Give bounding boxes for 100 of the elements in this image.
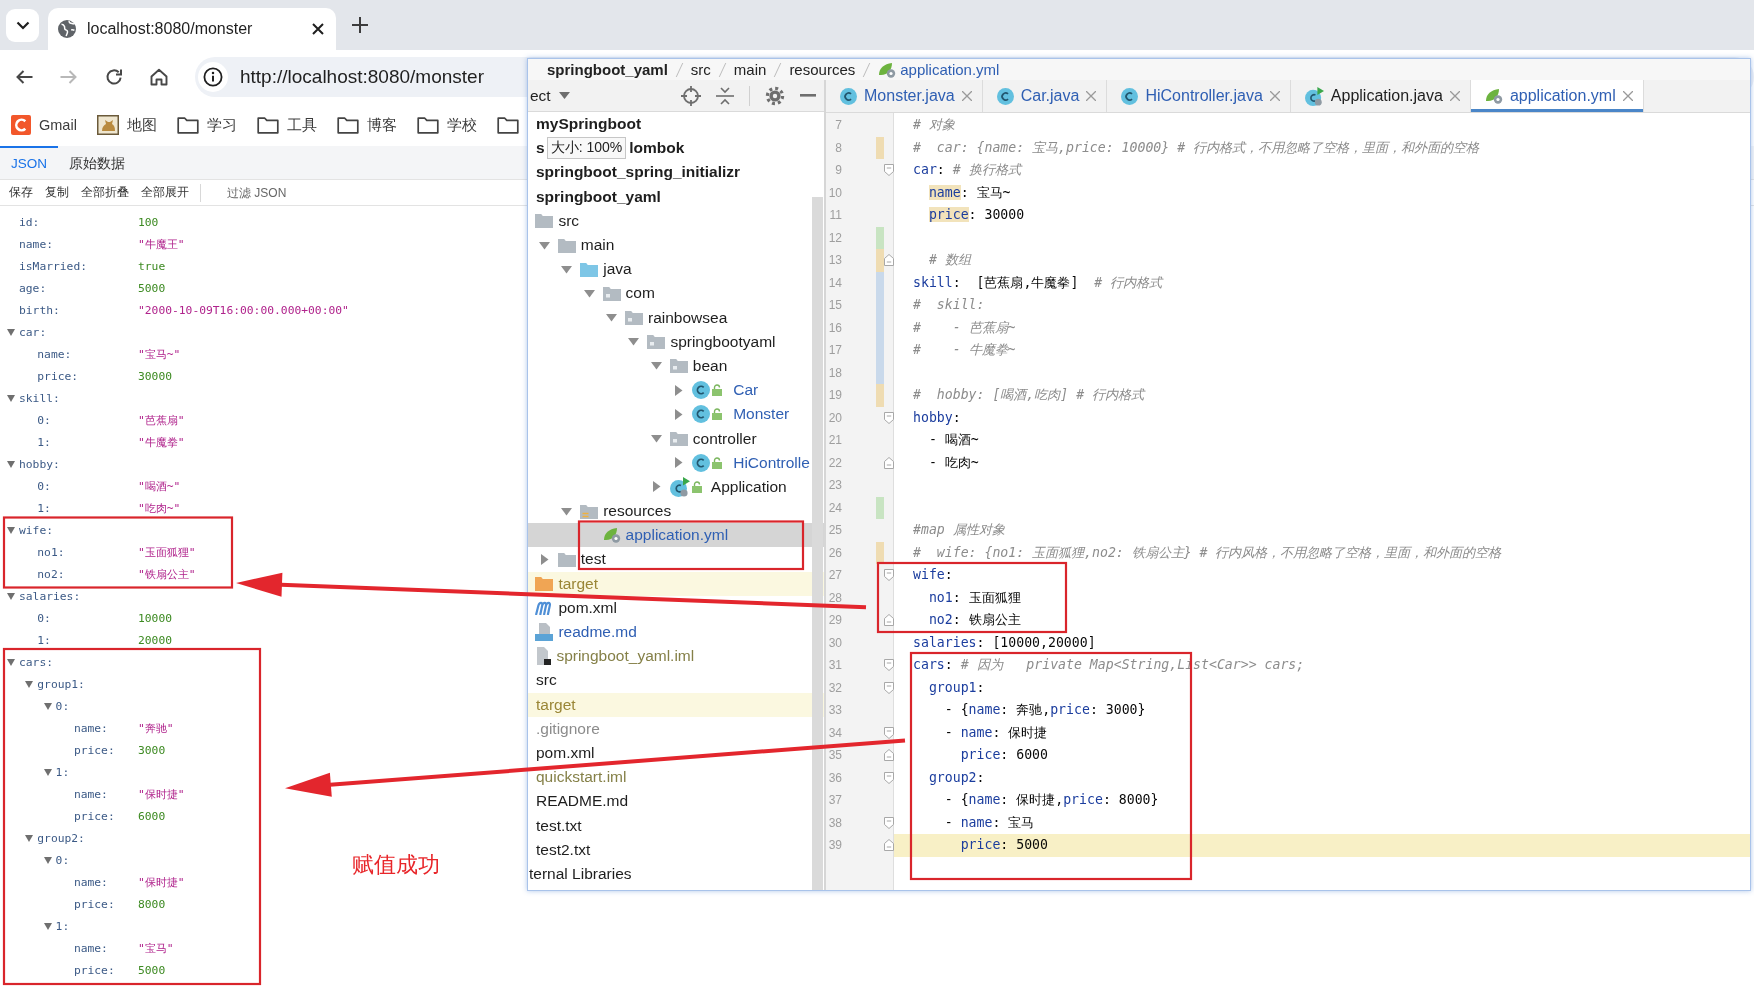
caret-down-icon[interactable]: [7, 526, 15, 534]
caret-down-icon[interactable]: [628, 336, 640, 348]
bookmark[interactable]: Gmail: [11, 115, 77, 135]
tree-item[interactable]: test.txt: [528, 813, 824, 838]
caret-down-icon[interactable]: [43, 922, 52, 930]
tree-item[interactable]: main: [528, 232, 824, 258]
tree-item[interactable]: application.yml: [528, 523, 824, 548]
filter-field[interactable]: 过滤 JSON: [207, 181, 427, 204]
view-dropdown[interactable]: ect: [530, 86, 570, 105]
fold-marker-icon[interactable]: [884, 164, 894, 177]
fold-marker-icon[interactable]: [884, 659, 894, 672]
caret-down-icon[interactable]: [583, 287, 595, 299]
fold-marker-icon[interactable]: [884, 254, 894, 267]
breadcrumb-item[interactable]: main: [733, 61, 767, 78]
toolbar-button[interactable]: 全部折叠: [76, 181, 134, 204]
caret-right-icon[interactable]: [673, 408, 685, 420]
fold-marker-icon[interactable]: [884, 411, 894, 424]
tree-item[interactable]: Monster: [528, 402, 824, 427]
caret-right-icon[interactable]: [673, 384, 685, 396]
tree-item[interactable]: resources: [528, 499, 824, 524]
tree-item[interactable]: s 大小: 100% lombok: [528, 136, 824, 161]
tree-item[interactable]: README.md: [528, 789, 824, 814]
info-icon[interactable]: [198, 62, 228, 92]
tree-item[interactable]: controller: [528, 426, 824, 451]
tree-item[interactable]: Car: [528, 378, 824, 403]
tree-item[interactable]: java: [528, 257, 824, 282]
tree-item[interactable]: test2.txt: [528, 837, 824, 862]
tree-item[interactable]: ternal Libraries: [528, 861, 824, 886]
tree-item[interactable]: springbootyaml: [528, 329, 824, 354]
tree-item[interactable]: HiControlle: [528, 450, 824, 475]
caret-down-icon[interactable]: [7, 658, 15, 666]
fold-marker-icon[interactable]: [884, 456, 894, 469]
tree-item[interactable]: src: [528, 208, 824, 233]
caret-down-icon[interactable]: [25, 834, 34, 842]
caret-right-icon[interactable]: [650, 481, 662, 493]
tree-item[interactable]: springboot_spring_initializr: [528, 160, 824, 185]
caret-down-icon[interactable]: [650, 433, 662, 445]
caret-down-icon[interactable]: [7, 328, 15, 336]
caret-down-icon[interactable]: [43, 768, 52, 776]
tree-item[interactable]: mySpringboot: [528, 112, 824, 137]
editor-tab[interactable]: Application.java: [1290, 80, 1471, 112]
caret-down-icon[interactable]: [43, 702, 52, 710]
caret-down-icon[interactable]: [7, 460, 15, 468]
fold-marker-icon[interactable]: [884, 816, 894, 829]
tree-item[interactable]: test: [528, 547, 824, 572]
tree-item[interactable]: quickstart.iml: [528, 765, 824, 790]
editor-tab[interactable]: application.yml: [1470, 80, 1644, 112]
caret-down-icon[interactable]: [7, 592, 15, 600]
fold-marker-icon[interactable]: [884, 749, 894, 762]
caret-down-icon[interactable]: [606, 312, 617, 324]
breadcrumb-item[interactable]: application.yml: [878, 61, 1000, 78]
breadcrumb-item[interactable]: resources: [789, 61, 856, 78]
tree-item[interactable]: readme.md: [528, 619, 824, 645]
viewer-tab[interactable]: JSON: [0, 146, 58, 179]
breadcrumb-item[interactable]: src: [690, 61, 711, 78]
bookmark[interactable]: 工具: [256, 115, 317, 135]
caret-down-icon[interactable]: [43, 856, 52, 864]
bookmark[interactable]: 地图: [96, 115, 157, 135]
tree-item[interactable]: bean: [528, 353, 824, 379]
fold-marker-icon[interactable]: [884, 771, 894, 784]
caret-right-icon[interactable]: [673, 457, 685, 469]
editor-tab[interactable]: Car.java: [982, 80, 1108, 112]
minus-icon[interactable]: [800, 94, 816, 97]
tree-item[interactable]: pom.xml: [528, 740, 824, 766]
settings-icon[interactable]: [765, 85, 785, 106]
viewer-tab[interactable]: 原始数据: [58, 146, 136, 179]
toolbar-button[interactable]: 保存: [4, 181, 38, 204]
caret-down-icon[interactable]: [561, 505, 573, 517]
caret-down-icon[interactable]: [7, 394, 15, 402]
editor-tab[interactable]: Monster.java: [826, 80, 983, 112]
caret-down-icon[interactable]: [561, 263, 573, 275]
bookmark[interactable]: 学习: [176, 115, 237, 135]
tree-item[interactable]: springboot_yaml: [528, 184, 824, 209]
fold-marker-icon[interactable]: [884, 569, 894, 582]
bookmark[interactable]: [496, 116, 519, 134]
bookmark[interactable]: 学校: [416, 115, 477, 135]
breadcrumb-item[interactable]: springboot_yaml: [547, 61, 668, 78]
fold-marker-icon[interactable]: [884, 726, 894, 739]
caret-right-icon[interactable]: [538, 553, 550, 565]
tree-item[interactable]: pom.xml: [528, 595, 824, 620]
tree-item[interactable]: Application: [528, 474, 824, 499]
new-tab-button[interactable]: [352, 17, 368, 33]
tree-item[interactable]: src: [528, 668, 824, 693]
caret-down-icon[interactable]: [650, 360, 662, 372]
tab-search-button[interactable]: [6, 9, 39, 42]
bookmark[interactable]: 博客: [336, 115, 397, 135]
tree-item[interactable]: com: [528, 281, 824, 306]
close-icon[interactable]: [312, 23, 324, 35]
browser-tab[interactable]: localhost:8080/monster: [48, 8, 336, 50]
scrollbar[interactable]: [812, 197, 823, 890]
toolbar-button[interactable]: 全部展开: [136, 181, 194, 204]
editor-tab[interactable]: HiController.java: [1107, 80, 1291, 112]
caret-down-icon[interactable]: [538, 239, 550, 251]
toolbar-button[interactable]: 复制: [40, 181, 74, 204]
caret-down-icon[interactable]: [25, 680, 34, 688]
tree-item[interactable]: rainbowsea: [528, 305, 824, 330]
fold-marker-icon[interactable]: [884, 839, 894, 852]
tree-item[interactable]: springboot_yaml.iml: [528, 644, 824, 669]
fold-marker-icon[interactable]: [884, 614, 894, 627]
fold-marker-icon[interactable]: [884, 681, 894, 694]
